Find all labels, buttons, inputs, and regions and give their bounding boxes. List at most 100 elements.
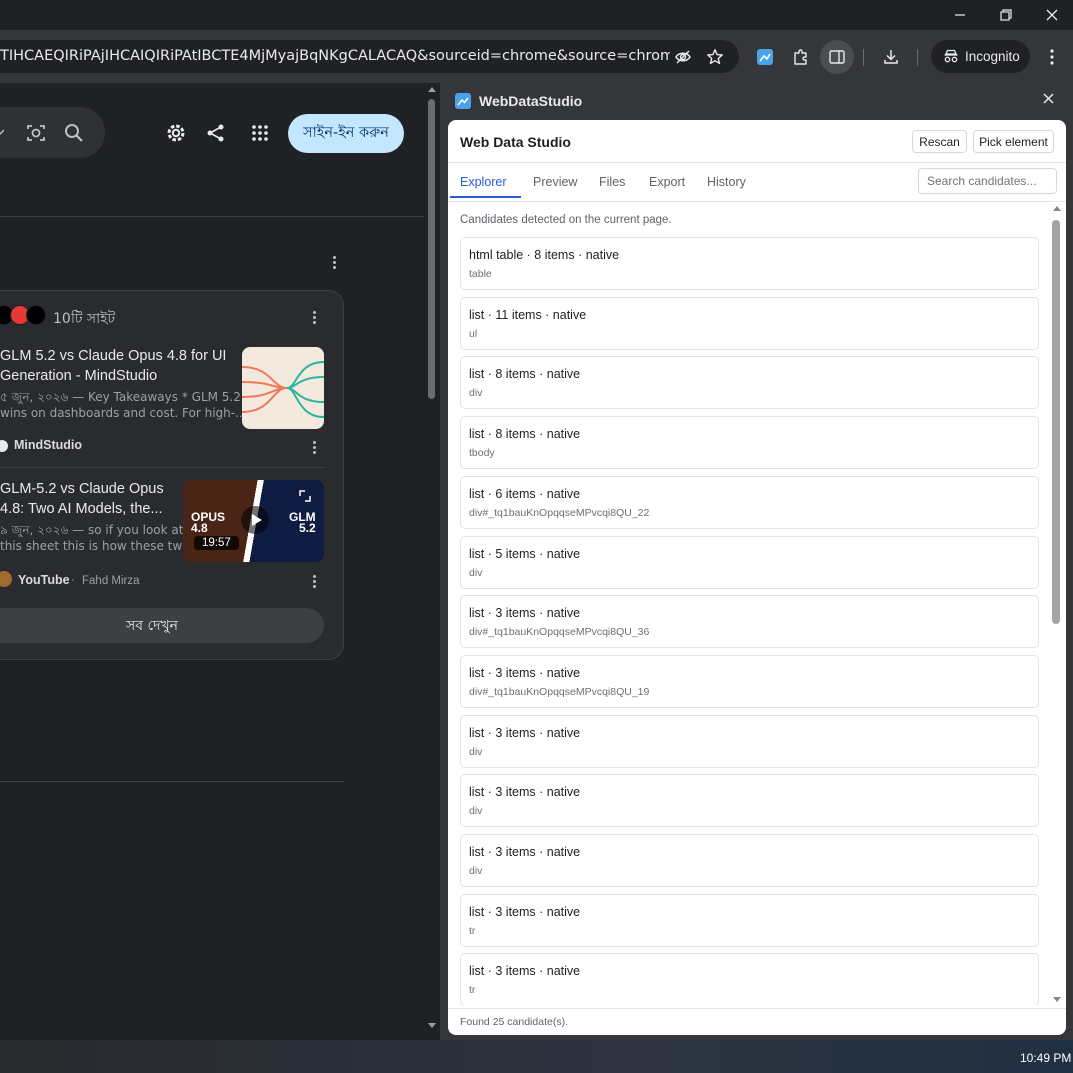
candidate-selector: div#_tq1bauKnOpqqseMPvcqi8QU_22 (469, 507, 650, 519)
candidate-title: list · 8 items · native (469, 367, 581, 381)
play-icon[interactable] (241, 506, 269, 534)
toolbar-separator (917, 49, 918, 66)
result-title[interactable]: GLM-5.2 vs Claude Opus (0, 479, 164, 499)
scroll-up-icon[interactable] (1053, 206, 1061, 211)
candidate-item[interactable]: list · 6 items · native div#_tq1bauKnOpqq… (460, 476, 1039, 529)
candidate-item[interactable]: list · 3 items · native div (460, 774, 1039, 827)
candidate-item[interactable]: list · 3 items · native tr (460, 953, 1039, 1005)
search-icon[interactable] (64, 123, 84, 143)
result-thumbnail[interactable] (242, 347, 324, 429)
browser-menu-button[interactable] (1039, 44, 1065, 70)
candidate-selector: div (469, 865, 483, 877)
bookmark-star-icon[interactable] (706, 48, 724, 66)
address-bar[interactable]: TIHCAEQIRiPAjIHCAIQIRiPAtIBCTE4MjMyajBqN… (0, 40, 739, 73)
side-panel: WebDataStudio Web Data Studio Rescan Pic… (440, 83, 1073, 1040)
divider (0, 467, 324, 468)
result-title[interactable]: 4.8: Two AI Models, the... (0, 499, 163, 519)
candidate-selector: div (469, 805, 483, 817)
candidate-selector: div (469, 746, 483, 758)
restore-window-button[interactable] (983, 0, 1029, 30)
candidate-selector: tr (469, 925, 476, 937)
more-vertical-icon[interactable] (313, 573, 317, 590)
download-icon (884, 50, 898, 64)
share-icon[interactable] (206, 123, 226, 143)
side-panel-title: WebDataStudio (479, 93, 583, 109)
candidate-item[interactable]: list · 3 items · native div#_tq1bauKnOpqq… (460, 595, 1039, 648)
sign-in-button[interactable]: সাইন-ইন করুন (288, 114, 404, 153)
candidate-item[interactable]: list · 3 items · native div#_tq1bauKnOpqq… (460, 655, 1039, 708)
tab-export[interactable]: Export (649, 175, 685, 189)
candidate-item[interactable]: html table · 8 items · native table (460, 237, 1039, 290)
video-thumbnail[interactable]: OPUS 4.8 GLM 5.2 19:57 (183, 480, 324, 562)
candidate-item[interactable]: list · 8 items · native div (460, 356, 1039, 409)
more-vertical-icon[interactable] (313, 439, 317, 456)
search-candidates-input[interactable] (918, 168, 1057, 194)
candidate-item[interactable]: list · 5 items · native div (460, 536, 1039, 589)
more-vertical-icon[interactable] (333, 254, 337, 271)
scrollbar-thumb[interactable] (428, 99, 435, 399)
dot-separator: · (71, 574, 75, 586)
url-text[interactable]: TIHCAEQIRiPAjIHCAIQIRiPAtIBCTE4MjMyajBqN… (0, 40, 670, 73)
sites-count[interactable]: 10টি সাইট (53, 307, 115, 331)
result-snippet: ৫ জুন, ২০২৬ — Key Takeaways * GLM 5.2 (0, 390, 241, 404)
candidate-title: list · 3 items · native (469, 726, 581, 740)
lens-camera-icon[interactable] (25, 122, 47, 144)
scroll-up-icon[interactable] (428, 86, 436, 92)
result-snippet: wins on dashboards and cost. For high-..… (0, 406, 247, 420)
candidate-item[interactable]: list · 11 items · native ul (460, 297, 1039, 350)
result-title[interactable]: GLM 5.2 vs Claude Opus 4.8 for UI (0, 346, 226, 366)
candidate-selector: div#_tq1bauKnOpqqseMPvcqi8QU_36 (469, 626, 650, 638)
thumbnail-text: GLM 5.2 (289, 510, 316, 535)
tab-preview[interactable]: Preview (533, 175, 577, 189)
eye-off-icon[interactable] (674, 48, 692, 66)
result-source[interactable]: YouTube (18, 573, 70, 587)
downloads-button[interactable] (878, 44, 904, 70)
incognito-profile-button[interactable]: Incognito (931, 40, 1030, 73)
side-panel-header: WebDataStudio (455, 92, 582, 110)
candidate-item[interactable]: list · 3 items · native div (460, 834, 1039, 887)
browser-toolbar: TIHCAEQIRiPAjIHCAIQIRiPAtIBCTE4MjMyajBqN… (0, 30, 1073, 83)
apps-grid-icon[interactable] (251, 124, 269, 142)
candidate-title: list · 11 items · native (469, 308, 587, 322)
result-snippet: ৯ জুন, ২০২৬ — so if you look at (0, 523, 184, 537)
candidate-title: list · 3 items · native (469, 905, 581, 919)
tab-history[interactable]: History (707, 175, 746, 189)
expand-icon[interactable] (299, 490, 311, 502)
tab-files[interactable]: Files (599, 175, 625, 189)
tab-explorer[interactable]: Explorer (460, 175, 507, 189)
scrollbar-thumb[interactable] (1052, 220, 1060, 624)
site-favicon (26, 305, 46, 325)
search-box[interactable] (0, 107, 105, 158)
webdatastudio-extension-icon[interactable] (752, 44, 778, 70)
candidate-item[interactable]: list · 3 items · native tr (460, 894, 1039, 947)
scroll-down-icon[interactable] (1053, 997, 1061, 1002)
chevron-down-icon[interactable] (0, 128, 4, 136)
pick-element-button[interactable]: Pick element (973, 130, 1054, 153)
result-source[interactable]: MindStudio (14, 438, 82, 452)
gear-icon[interactable] (165, 122, 187, 144)
side-panel-toggle-button[interactable] (820, 40, 854, 74)
minimize-window-button[interactable] (937, 0, 983, 30)
candidate-item[interactable]: list · 3 items · native div (460, 715, 1039, 768)
candidate-selector: div (469, 567, 483, 579)
candidate-selector: div#_tq1bauKnOpqqseMPvcqi8QU_19 (469, 686, 650, 698)
candidate-title: list · 3 items · native (469, 785, 581, 799)
candidates-scrollbar[interactable] (1050, 206, 1064, 1004)
divider (0, 216, 424, 217)
toolbar-separator (863, 49, 864, 66)
close-side-panel-button[interactable] (1043, 91, 1054, 109)
result-title[interactable]: Generation - MindStudio (0, 366, 157, 386)
scroll-down-icon[interactable] (428, 1023, 436, 1029)
taskbar-clock[interactable]: 10:49 PM (1020, 1051, 1071, 1065)
extensions-puzzle-icon[interactable] (788, 44, 814, 70)
more-vertical-icon[interactable] (313, 309, 317, 326)
see-all-button[interactable]: সব দেখুন (0, 608, 324, 643)
video-duration: 19:57 (194, 536, 239, 550)
page-scrollbar[interactable] (424, 83, 440, 1040)
result-snippet: this sheet this is how these two... (0, 539, 201, 553)
divider (448, 201, 1066, 202)
close-window-button[interactable] (1029, 0, 1073, 30)
candidate-item[interactable]: list · 8 items · native tbody (460, 416, 1039, 469)
rescan-button[interactable]: Rescan (912, 130, 967, 153)
candidate-title: list · 8 items · native (469, 427, 581, 441)
